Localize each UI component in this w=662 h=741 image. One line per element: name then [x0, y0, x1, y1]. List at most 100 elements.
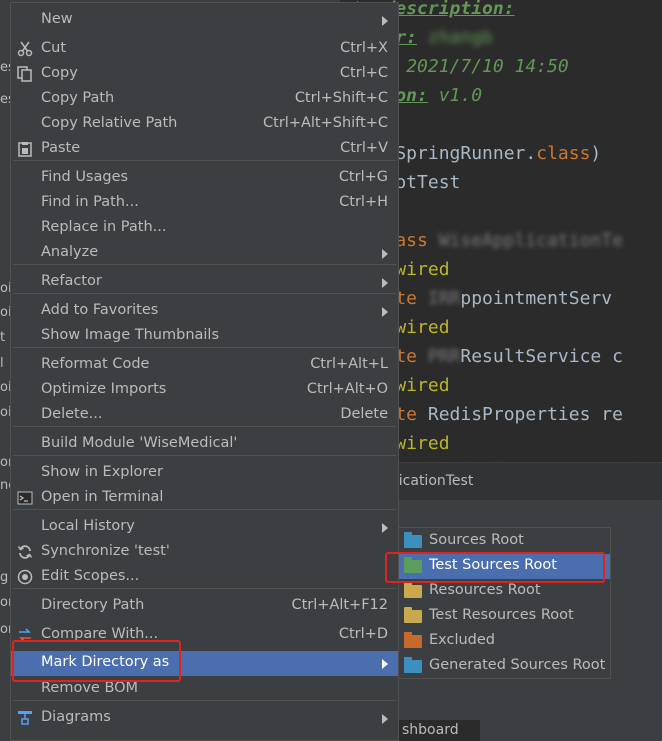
menu-item-label: Remove BOM	[41, 680, 139, 696]
submenu-item-label: Test Resources Root	[429, 607, 574, 623]
code-token: WiseApplicationTe	[438, 230, 623, 251]
menu-item-copy-path[interactable]: Copy Path Ctrl+Shift+C	[11, 87, 398, 112]
menu-item-delete[interactable]: Delete... Delete	[11, 403, 398, 428]
menu-item-shortcut: Ctrl+V	[340, 140, 388, 156]
menu-item-shortcut: Ctrl+C	[339, 65, 388, 81]
menu-item-copy-relative-path[interactable]: Copy Relative Path Ctrl+Alt+Shift+C	[11, 112, 398, 137]
menu-item-shortcut: Ctrl+X	[340, 40, 388, 56]
code-token: IRR	[427, 288, 461, 309]
menu-item-shortcut: Ctrl+G	[338, 169, 388, 185]
submenu-item-label: Generated Sources Root	[429, 657, 606, 673]
project-tree-fragment: l	[0, 356, 4, 371]
code-token: ResultService c	[460, 346, 623, 367]
menu-item-label: Add to Favorites	[41, 302, 159, 318]
menu-item-label: Show Image Thumbnails	[41, 327, 220, 343]
folder-icon	[404, 607, 422, 623]
code-token: ppointmentServ	[460, 288, 613, 309]
menu-item-shortcut: Ctrl+Alt+F12	[291, 597, 388, 613]
code-token: 2021/7/10 14:50	[395, 56, 569, 77]
folder-icon	[404, 582, 422, 598]
menu-item-label: Copy Path	[41, 90, 115, 106]
menu-item-reformat-code[interactable]: Reformat Code Ctrl+Alt+L	[11, 353, 398, 378]
menu-item-synchronize-test[interactable]: Synchronize 'test'	[11, 540, 398, 565]
diagram-icon	[17, 710, 33, 726]
submenu-arrow-icon	[382, 307, 388, 317]
menu-item-shortcut: Ctrl+Alt+O	[306, 381, 388, 397]
code-token: zhangb	[427, 27, 493, 48]
folder-icon	[404, 632, 422, 648]
menu-item-label: Analyze	[41, 244, 99, 260]
context-menu: New Cut Ctrl+X Copy Ctrl+C Copy Path Ctrl+Shif…	[10, 2, 399, 741]
menu-item-edit-scopes[interactable]: Edit Scopes...	[11, 565, 398, 590]
clipboard-icon	[17, 141, 33, 157]
menu-item-directory-path[interactable]: Directory Path Ctrl+Alt+F12	[11, 594, 398, 619]
menu-item-replace-in-path[interactable]: Replace in Path...	[11, 216, 398, 241]
menu-item-label: Copy Relative Path	[41, 115, 178, 131]
menu-item-find-in-path[interactable]: Find in Path... Ctrl+H	[11, 191, 398, 216]
menu-item-label: Open in Terminal	[41, 489, 164, 505]
menu-item-optimize-imports[interactable]: Optimize Imports Ctrl+Alt+O	[11, 378, 398, 403]
menu-item-label: Delete...	[41, 406, 103, 422]
code-token: )	[590, 143, 602, 164]
menu-item-build-module-wisemedical[interactable]: Build Module 'WiseMedical'	[11, 432, 398, 457]
submenu-item-generated-sources-root[interactable]: Generated Sources Root	[399, 654, 610, 679]
code-token: RedisProperties re	[427, 404, 623, 425]
terminal-icon	[17, 490, 33, 506]
menu-item-paste[interactable]: Paste Ctrl+V	[11, 137, 398, 162]
menu-item-label: Synchronize 'test'	[41, 543, 170, 559]
code-token: class	[536, 143, 591, 164]
menu-item-label: Edit Scopes...	[41, 568, 140, 584]
menu-item-label: Local History	[41, 518, 135, 534]
menu-item-analyze[interactable]: Analyze	[11, 241, 398, 266]
menu-item-label: Optimize Imports	[41, 381, 167, 397]
sync-icon	[17, 544, 33, 560]
submenu-arrow-icon	[382, 714, 388, 724]
copy-icon	[17, 66, 33, 82]
scissors-icon	[17, 41, 33, 57]
breadcrumb[interactable]: plicationTest	[386, 473, 473, 489]
menu-item-label: Reformat Code	[41, 356, 150, 372]
menu-item-label: Refactor	[41, 273, 102, 289]
menu-item-local-history[interactable]: Local History	[11, 515, 398, 540]
submenu-item-label: Sources Root	[429, 532, 524, 548]
menu-item-cut[interactable]: Cut Ctrl+X	[11, 37, 398, 62]
menu-item-diagrams[interactable]: Diagrams	[11, 706, 398, 731]
menu-item-label: Show in Explorer	[41, 464, 163, 480]
project-tree-fragment: g	[0, 570, 9, 585]
menu-item-shortcut: Ctrl+Alt+L	[310, 356, 388, 372]
code-token: v1.0	[427, 85, 483, 106]
folder-icon	[404, 657, 422, 673]
annotation-box-mark-directory	[12, 640, 181, 682]
menu-item-shortcut: Delete	[340, 406, 388, 422]
submenu-arrow-icon	[382, 523, 388, 533]
menu-item-add-to-favorites[interactable]: Add to Favorites	[11, 299, 398, 324]
menu-item-shortcut: Ctrl+D	[338, 626, 388, 642]
menu-item-show-in-explorer[interactable]: Show in Explorer	[11, 461, 398, 486]
code-token: PRR	[427, 346, 461, 367]
menu-item-shortcut: Ctrl+H	[339, 194, 388, 210]
submenu-item-label: Resources Root	[429, 582, 541, 598]
submenu-item-sources-root[interactable]: Sources Root	[399, 529, 610, 554]
menu-item-open-in-terminal[interactable]: Open in Terminal	[11, 486, 398, 511]
menu-item-label: Find Usages	[41, 169, 129, 185]
submenu-item-excluded[interactable]: Excluded	[399, 629, 610, 654]
submenu-arrow-icon	[382, 659, 388, 669]
submenu-item-test-resources-root[interactable]: Test Resources Root	[399, 604, 610, 629]
folder-icon	[404, 532, 422, 548]
menu-item-label: Directory Path	[41, 597, 145, 613]
submenu-arrow-icon	[382, 16, 388, 26]
menu-item-label: Build Module 'WiseMedical'	[41, 435, 238, 451]
menu-item-find-usages[interactable]: Find Usages Ctrl+G	[11, 166, 398, 191]
menu-item-copy[interactable]: Copy Ctrl+C	[11, 62, 398, 87]
menu-item-refactor[interactable]: Refactor	[11, 270, 398, 295]
menu-item-label: New	[41, 11, 73, 27]
menu-item-label: Diagrams	[41, 709, 111, 725]
project-tree-fragment: t	[0, 330, 6, 345]
submenu-item-label: Excluded	[429, 632, 496, 648]
menu-item-show-image-thumbnails[interactable]: Show Image Thumbnails	[11, 324, 398, 349]
mark-directory-submenu: Sources Root Test Sources Root Resources R…	[398, 527, 611, 679]
menu-item-new[interactable]: New	[11, 8, 398, 33]
menu-item-label: Find in Path...	[41, 194, 139, 210]
menu-item-label: Copy	[41, 65, 78, 81]
